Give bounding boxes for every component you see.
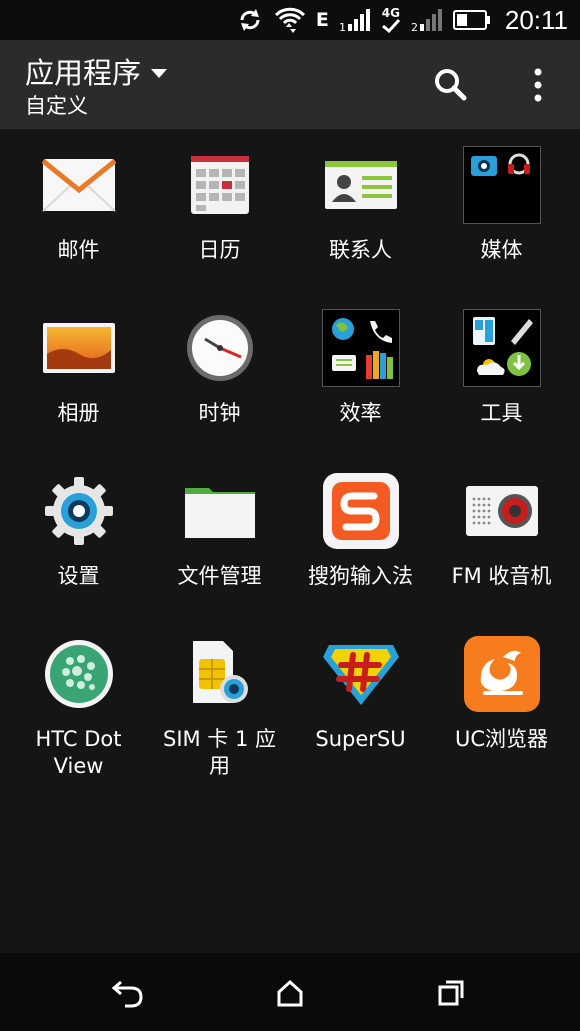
recent-apps-icon	[438, 980, 464, 1006]
app-label: FM 收音机	[451, 564, 552, 588]
app-label: 搜狗输入法	[308, 564, 413, 588]
auto-rotate-icon	[236, 5, 264, 35]
app-dot-view[interactable]: HTC Dot View	[8, 618, 149, 781]
home-button[interactable]	[270, 975, 310, 1011]
supersu-icon	[321, 634, 401, 714]
page-subtitle: 自定义	[25, 94, 88, 118]
navigation-bar	[0, 953, 580, 1031]
app-supersu[interactable]: SuperSU	[290, 618, 431, 781]
clock-icon	[180, 308, 260, 388]
app-gallery[interactable]: 相册	[8, 292, 149, 455]
app-fm-radio[interactable]: FM 收音机	[431, 455, 572, 618]
overflow-menu-icon[interactable]	[524, 66, 552, 104]
home-icon	[277, 979, 303, 1007]
mail-icon	[39, 145, 119, 225]
app-mail[interactable]: 邮件	[8, 129, 149, 292]
app-label: 联系人	[329, 238, 392, 262]
status-time: 20:11	[504, 4, 568, 35]
app-grid: 邮件 日历 联系人 媒体 相册 时钟 效率 工具 设置 文件管理 搜狗输入法 F…	[0, 129, 580, 953]
settings-gear-icon	[39, 471, 119, 551]
dot-view-icon	[39, 634, 119, 714]
search-icon[interactable]	[432, 66, 468, 102]
app-file-manager[interactable]: 文件管理	[149, 455, 290, 618]
app-label: SIM 卡 1 应用	[162, 727, 277, 778]
app-productivity-folder[interactable]: 效率	[290, 292, 431, 455]
app-drawer-title-dropdown[interactable]: 应用程序	[25, 50, 168, 92]
productivity-folder-icon	[321, 308, 401, 388]
battery-icon	[452, 5, 491, 35]
back-arrow-icon	[111, 980, 143, 1008]
app-label: 效率	[339, 401, 382, 425]
app-media-folder[interactable]: 媒体	[431, 129, 572, 292]
app-settings[interactable]: 设置	[8, 455, 149, 618]
signal-strength-sim2-icon: 2	[411, 5, 443, 35]
back-button[interactable]	[108, 975, 148, 1011]
calendar-icon	[180, 145, 260, 225]
svg-text:1: 1	[339, 21, 346, 33]
app-tools-folder[interactable]: 工具	[431, 292, 572, 455]
media-folder-icon	[462, 145, 542, 225]
app-label: 相册	[57, 401, 100, 425]
gallery-icon	[39, 308, 119, 388]
app-label: SuperSU	[315, 727, 406, 751]
dropdown-caret-icon	[151, 68, 168, 78]
sogou-input-icon	[321, 471, 401, 551]
fm-radio-icon	[462, 471, 542, 551]
app-label: 媒体	[480, 238, 523, 262]
app-bar: 应用程序 自定义	[0, 40, 580, 129]
app-calendar[interactable]: 日历	[149, 129, 290, 292]
signal-strength-icon: 1	[339, 5, 371, 35]
sim-card-icon	[180, 634, 260, 714]
4g-label: 4G	[381, 6, 400, 20]
status-bar: E 1 4G 2 20:11	[0, 0, 580, 40]
app-sim-card[interactable]: SIM 卡 1 应用	[149, 618, 290, 781]
svg-text:2: 2	[411, 21, 418, 33]
app-label: 工具	[480, 401, 523, 425]
app-uc-browser[interactable]: UC浏览器	[431, 618, 572, 781]
app-label: 日历	[198, 238, 241, 262]
app-label: 邮件	[57, 238, 100, 262]
contacts-icon	[321, 145, 401, 225]
wifi-icon	[274, 5, 306, 35]
network-type-label: E	[315, 9, 329, 31]
app-contacts[interactable]: 联系人	[290, 129, 431, 292]
uc-browser-icon	[462, 634, 542, 714]
4g-check-icon: 4G	[381, 5, 401, 35]
app-label: HTC Dot View	[35, 727, 122, 778]
tools-folder-icon	[462, 308, 542, 388]
recent-apps-button[interactable]	[431, 975, 471, 1011]
app-sogou-input[interactable]: 搜狗输入法	[290, 455, 431, 618]
app-clock[interactable]: 时钟	[149, 292, 290, 455]
app-label: 文件管理	[177, 564, 262, 588]
file-manager-folder-icon	[180, 471, 260, 551]
page-title: 应用程序	[25, 56, 142, 90]
app-label: 设置	[57, 564, 100, 588]
app-label: UC浏览器	[454, 727, 549, 751]
app-label: 时钟	[198, 401, 241, 425]
